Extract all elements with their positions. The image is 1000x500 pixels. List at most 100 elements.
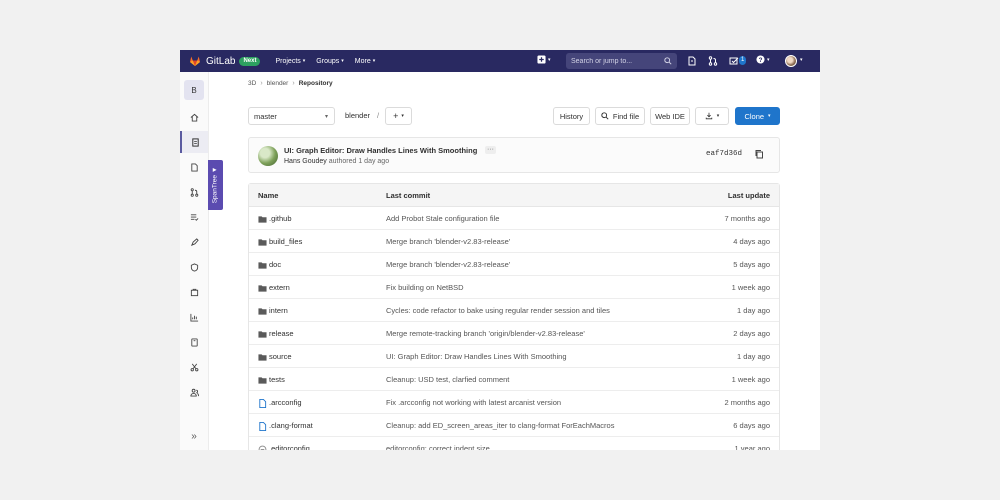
commit-message-link[interactable]: Fix building on NetBSD [386, 283, 464, 292]
sidebar-item-snippets[interactable] [180, 356, 208, 378]
sidebar-item-project-overview[interactable] [180, 106, 208, 128]
commit-authored-text: authored 1 day ago [328, 158, 390, 165]
file-name-link[interactable]: .clang-format [269, 421, 313, 430]
breadcrumb-group[interactable]: 3D [248, 80, 256, 87]
file-name-link[interactable]: extern [269, 283, 290, 292]
file-name-link[interactable]: tests [269, 375, 285, 384]
commit-message-link[interactable]: Add Probot Stale configuration file [386, 214, 499, 223]
nav-issues[interactable] [687, 56, 697, 66]
nav-todos[interactable] [729, 56, 739, 66]
table-row[interactable]: doc Merge branch 'blender-v2.83-release' 5… [249, 253, 779, 276]
book-icon [190, 337, 198, 347]
breadcrumb-current[interactable]: Repository [299, 80, 333, 87]
nav-projects-label: Projects [275, 57, 301, 65]
users-icon [189, 388, 199, 397]
last-update-time: 5 days ago [733, 260, 770, 269]
history-button[interactable]: History [553, 107, 590, 125]
collapse-sidebar-button[interactable]: » [180, 431, 208, 442]
nav-projects[interactable]: Projects ▾ [275, 58, 305, 65]
table-row[interactable]: source UI: Graph Editor: Draw Handles Lin… [249, 345, 779, 368]
find-file-button[interactable]: Find file [595, 107, 645, 125]
clone-label: Clone [744, 111, 765, 121]
column-header-last-update: Last update [727, 191, 770, 200]
commit-sha[interactable]: eaf7d36d [706, 150, 742, 158]
table-row[interactable]: build_files Merge branch 'blender-v2.83-r… [249, 230, 779, 253]
table-row[interactable]: extern Fix building on NetBSD 1 week ago [249, 276, 779, 299]
add-to-tree-button[interactable]: + ▾ [385, 107, 412, 125]
sidebar-item-packages[interactable] [180, 281, 208, 303]
commit-author[interactable]: Hans Goudey [284, 158, 327, 165]
nav-more-label: More [354, 57, 371, 65]
folder-icon [258, 307, 267, 315]
commit-message-link[interactable]: Merge remote-tracking branch 'origin/ble… [386, 329, 585, 338]
path-root-link[interactable]: blender [345, 111, 370, 120]
breadcrumb-project[interactable]: blender [267, 80, 289, 87]
todo-count-badge: 1 [739, 56, 747, 65]
branch-selector[interactable]: master ▾ [248, 107, 335, 125]
commit-author-avatar[interactable] [258, 146, 278, 166]
chevron-down-icon[interactable]: ▾ [800, 57, 803, 63]
table-row[interactable]: .github Add Probot Stale configuration fi… [249, 207, 779, 230]
commit-message-link[interactable]: Merge branch 'blender-v2.83-release' [386, 260, 510, 269]
help-dropdown[interactable]: ? ▾ [756, 55, 770, 64]
chevron-down-icon: ▾ [324, 113, 328, 120]
project-avatar[interactable]: B [184, 80, 204, 100]
table-row[interactable]: .arcconfig Fix .arcconfig not working wit… [249, 391, 779, 414]
file-name-link[interactable]: release [269, 329, 294, 338]
next-badge: Next [239, 56, 261, 66]
search-input[interactable] [571, 57, 661, 65]
table-row[interactable]: intern Cycles: code refactor to bake usin… [249, 299, 779, 322]
brand-name: GitLab [206, 55, 236, 67]
commit-message-link[interactable]: UI: Graph Editor: Draw Handles Lines Wit… [386, 352, 567, 361]
clone-button[interactable]: Clone ▾ [735, 107, 780, 125]
commit-message-link[interactable]: editorconfig: correct indent size [386, 444, 490, 450]
file-name-link[interactable]: .arcconfig [269, 398, 302, 407]
spantree-label: SpanTree ▼ [211, 166, 219, 204]
nav-groups-label: Groups [316, 57, 340, 65]
sidebar-item-ci-cd[interactable] [180, 231, 208, 253]
copy-icon[interactable] [754, 149, 764, 159]
table-header: Name Last commit Last update [249, 184, 779, 207]
sidebar-item-requirements[interactable] [180, 206, 208, 228]
last-update-time: 2 months ago [724, 398, 770, 407]
file-name-link[interactable]: build_files [269, 237, 302, 246]
table-row[interactable]: release Merge remote-tracking branch 'ori… [249, 322, 779, 345]
chevron-down-icon: ▾ [372, 58, 376, 64]
commit-message-link[interactable]: Cleanup: USD test, clarfied comment [386, 375, 509, 384]
spantree-toggle[interactable]: SpanTree ▼ [208, 160, 223, 210]
commit-message-link[interactable]: Fix .arcconfig not working with latest a… [386, 398, 561, 407]
commit-title[interactable]: UI: Graph Editor: Draw Handles Lines Wit… [284, 146, 477, 155]
search-box[interactable] [566, 53, 677, 69]
table-row[interactable]: .editorconfig editorconfig: correct inden… [249, 437, 779, 450]
commit-message-link[interactable]: Merge branch 'blender-v2.83-release' [386, 237, 510, 246]
download-button[interactable]: ▾ [695, 107, 729, 125]
sidebar-item-repository[interactable] [180, 131, 208, 153]
sidebar-item-issues[interactable] [180, 156, 208, 178]
nav-merge-requests[interactable] [708, 56, 718, 66]
nav-groups[interactable]: Groups ▾ [316, 58, 343, 65]
sidebar-item-merge-requests[interactable] [180, 181, 208, 203]
folder-icon [258, 353, 267, 361]
commit-message-link[interactable]: Cycles: code refactor to bake using regu… [386, 306, 610, 315]
file-name-link[interactable]: intern [269, 306, 288, 315]
history-label: History [559, 111, 584, 121]
table-row[interactable]: tests Cleanup: USD test, clarfied comment… [249, 368, 779, 391]
breadcrumb: 3D › blender › Repository [248, 80, 333, 87]
issues-icon [190, 162, 198, 172]
commit-expand-button[interactable]: ··· [485, 146, 496, 154]
new-item-dropdown[interactable]: ▾ [537, 55, 551, 64]
sidebar-item-members[interactable] [180, 381, 208, 403]
user-avatar[interactable] [785, 55, 797, 67]
file-name-link[interactable]: .editorconfig [269, 444, 310, 450]
file-name-link[interactable]: source [269, 352, 292, 361]
sidebar-item-wiki[interactable] [180, 331, 208, 353]
file-name-link[interactable]: doc [269, 260, 281, 269]
gitlab-brand[interactable]: GitLab Next [189, 55, 261, 67]
file-name-link[interactable]: .github [269, 214, 292, 223]
commit-message-link[interactable]: Cleanup: add ED_screen_areas_iter to cla… [386, 421, 614, 430]
nav-more[interactable]: More ▾ [355, 58, 375, 65]
sidebar-item-security[interactable] [180, 256, 208, 278]
web-ide-button[interactable]: Web IDE [650, 107, 690, 125]
sidebar-item-analytics[interactable] [180, 306, 208, 328]
table-row[interactable]: .clang-format Cleanup: add ED_screen_area… [249, 414, 779, 437]
